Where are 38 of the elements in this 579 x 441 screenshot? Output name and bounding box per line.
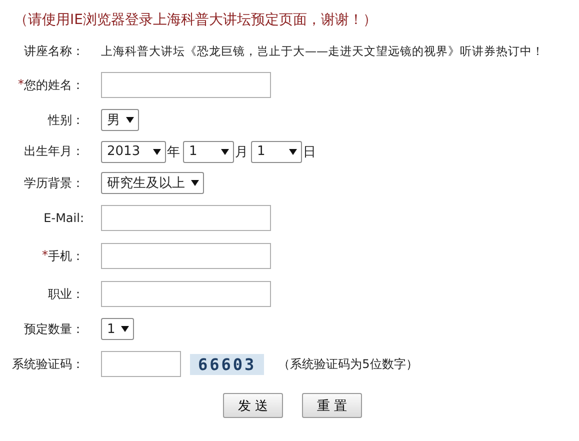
captcha-image: 66603 <box>190 354 264 374</box>
date-unit: 月 <box>235 144 248 160</box>
input-field[interactable] <box>101 205 271 231</box>
field-label: 出生年月： <box>24 143 84 160</box>
field-label: 系统验证码： <box>12 356 84 372</box>
required-mark: * <box>18 76 24 92</box>
date-unit: 日 <box>303 144 316 160</box>
notice-text: （请使用IE浏览器登录上海科普大讲坛预定页面，谢谢！） <box>14 11 378 30</box>
field-label: 手机： <box>48 248 84 264</box>
dropdown-caret-icon <box>121 326 130 332</box>
field-label: 学历背景： <box>24 174 84 192</box>
dropdown-caret-icon <box>289 148 297 154</box>
field-label: 职业： <box>48 286 84 302</box>
lecture-title: 上海科普大讲坛《恐龙巨镜，岂止于大——走进天文望远镜的视界》听讲券热订中！ <box>101 44 544 58</box>
input-field[interactable] <box>101 72 271 98</box>
dropdown-select[interactable]: 研究生及以上 <box>101 172 204 194</box>
field-label: 预定数量： <box>24 320 84 338</box>
field-label: E-Mail: <box>44 211 84 225</box>
captcha-hint: （系统验证码为5位数字） <box>278 356 418 372</box>
captcha-input-field[interactable] <box>101 351 181 377</box>
dropdown-select[interactable]: 1 <box>101 318 134 340</box>
dropdown-select[interactable]: 1 <box>251 140 302 162</box>
field-label: 讲座名称： <box>24 42 84 60</box>
date-unit: 年 <box>167 144 180 160</box>
input-field[interactable] <box>101 243 271 269</box>
required-mark: * <box>42 248 48 264</box>
dropdown-caret-icon <box>221 148 229 154</box>
send-button[interactable]: 发 送 <box>223 393 283 418</box>
reset-button[interactable]: 重 置 <box>302 393 362 418</box>
dropdown-caret-icon <box>191 180 199 186</box>
dropdown-select[interactable]: 男 <box>101 109 139 131</box>
dropdown-select[interactable]: 1 <box>183 140 234 162</box>
dropdown-select[interactable]: 2013 <box>101 140 166 162</box>
dropdown-caret-icon <box>153 148 161 154</box>
field-label: 您的姓名： <box>24 76 84 94</box>
dropdown-caret-icon <box>126 117 134 123</box>
field-label: 性别： <box>48 112 84 128</box>
input-field[interactable] <box>101 281 271 307</box>
